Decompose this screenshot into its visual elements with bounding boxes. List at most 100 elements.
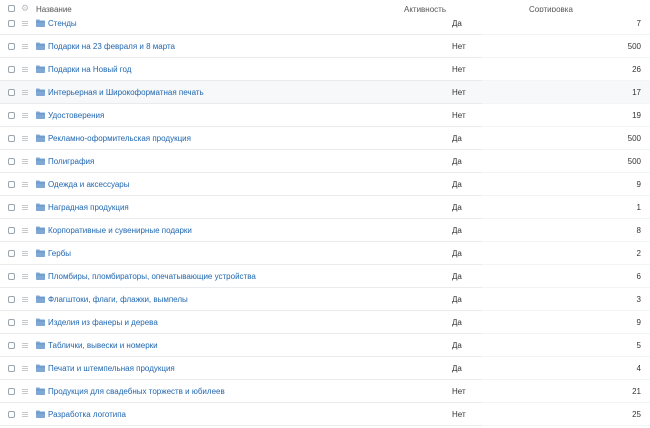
row-checkbox[interactable] (8, 135, 15, 142)
row-checkbox[interactable] (8, 319, 15, 326)
table-row[interactable]: Рекламно-оформительская продукция Да 500 (0, 127, 650, 150)
row-checkbox[interactable] (8, 20, 15, 27)
menu-icon[interactable] (22, 44, 28, 49)
active-status: Да (452, 249, 462, 258)
sort-value: 6 (636, 272, 641, 281)
section-name-link[interactable]: Изделия из фанеры и дерева (48, 318, 158, 327)
folder-icon (36, 157, 45, 165)
table-row[interactable]: Подарки на 23 февраля и 8 марта Нет 500 (0, 35, 650, 58)
section-name-link[interactable]: Корпоративные и сувенирные подарки (48, 226, 192, 235)
section-name-link[interactable]: Подарки на Новый год (48, 65, 131, 74)
row-checkbox[interactable] (8, 388, 15, 395)
section-name-link[interactable]: Флагштоки, флаги, флажки, вымпелы (48, 295, 188, 304)
menu-icon[interactable] (22, 21, 28, 26)
menu-icon[interactable] (22, 274, 28, 279)
table-row[interactable]: Удостоверения Нет 19 (0, 104, 650, 127)
active-status: Нет (452, 410, 466, 419)
menu-icon[interactable] (22, 412, 28, 417)
table-row[interactable]: Разработка логотипа Нет 25 (0, 403, 650, 426)
row-checkbox[interactable] (8, 342, 15, 349)
folder-icon (36, 387, 45, 395)
section-name-link[interactable]: Разработка логотипа (48, 410, 126, 419)
folder-icon (36, 111, 45, 119)
folder-icon (36, 410, 45, 418)
table-row[interactable]: Изделия из фанеры и дерева Да 9 (0, 311, 650, 334)
table-row[interactable]: Пломбиры, пломбираторы, опечатывающие ус… (0, 265, 650, 288)
menu-icon[interactable] (22, 343, 28, 348)
section-name-link[interactable]: Одежда и аксессуары (48, 180, 130, 189)
sort-value: 2 (636, 249, 641, 258)
active-status: Да (452, 203, 462, 212)
active-status: Да (452, 318, 462, 327)
menu-icon[interactable] (22, 366, 28, 371)
section-name-link[interactable]: Наградная продукция (48, 203, 129, 212)
menu-icon[interactable] (22, 90, 28, 95)
table-row[interactable]: Продукция для свадебных торжеств и юбиле… (0, 380, 650, 403)
active-status: Да (452, 157, 462, 166)
sort-value: 7 (636, 19, 641, 28)
folder-icon (36, 134, 45, 142)
section-name-link[interactable]: Удостоверения (48, 111, 104, 120)
folder-icon (36, 364, 45, 372)
row-checkbox[interactable] (8, 204, 15, 211)
table-row[interactable]: Подарки на Новый год Нет 26 (0, 58, 650, 81)
folder-icon (36, 249, 45, 257)
menu-icon[interactable] (22, 297, 28, 302)
active-status: Да (452, 226, 462, 235)
row-checkbox[interactable] (8, 411, 15, 418)
menu-icon[interactable] (22, 182, 28, 187)
table-row[interactable]: Стенды Да 7 (0, 12, 650, 35)
section-name-link[interactable]: Таблички, вывески и номерки (48, 341, 158, 350)
menu-icon[interactable] (22, 228, 28, 233)
menu-icon[interactable] (22, 136, 28, 141)
section-name-link[interactable]: Полиграфия (48, 157, 94, 166)
menu-icon[interactable] (22, 205, 28, 210)
section-name-link[interactable]: Стенды (48, 19, 77, 28)
menu-icon[interactable] (22, 113, 28, 118)
section-name-link[interactable]: Интерьерная и Широкоформатная печать (48, 88, 204, 97)
table-row[interactable]: Гербы Да 2 (0, 242, 650, 265)
active-status: Нет (452, 65, 466, 74)
row-checkbox[interactable] (8, 66, 15, 73)
section-name-link[interactable]: Рекламно-оформительская продукция (48, 134, 191, 143)
row-checkbox[interactable] (8, 273, 15, 280)
row-checkbox[interactable] (8, 158, 15, 165)
section-name-link[interactable]: Пломбиры, пломбираторы, опечатывающие ус… (48, 272, 256, 281)
active-status: Нет (452, 111, 466, 120)
sort-value: 500 (627, 157, 641, 166)
active-status: Нет (452, 88, 466, 97)
menu-icon[interactable] (22, 320, 28, 325)
section-name-link[interactable]: Гербы (48, 249, 71, 258)
sort-value: 4 (636, 364, 641, 373)
menu-icon[interactable] (22, 159, 28, 164)
menu-icon[interactable] (22, 389, 28, 394)
row-checkbox[interactable] (8, 296, 15, 303)
table-row[interactable]: Таблички, вывески и номерки Да 5 (0, 334, 650, 357)
active-status: Да (452, 134, 462, 143)
sort-value: 26 (632, 65, 641, 74)
table-row[interactable]: Одежда и аксессуары Да 9 (0, 173, 650, 196)
table-row[interactable]: Корпоративные и сувенирные подарки Да 8 (0, 219, 650, 242)
menu-icon[interactable] (22, 67, 28, 72)
folder-icon (36, 341, 45, 349)
section-name-link[interactable]: Подарки на 23 февраля и 8 марта (48, 42, 175, 51)
row-checkbox[interactable] (8, 227, 15, 234)
row-checkbox[interactable] (8, 112, 15, 119)
row-checkbox[interactable] (8, 365, 15, 372)
row-checkbox[interactable] (8, 250, 15, 257)
table-row[interactable]: Полиграфия Да 500 (0, 150, 650, 173)
table-row[interactable]: Флагштоки, флаги, флажки, вымпелы Да 3 (0, 288, 650, 311)
select-all-checkbox[interactable] (8, 5, 15, 12)
folder-icon (36, 65, 45, 73)
menu-icon[interactable] (22, 251, 28, 256)
table-row[interactable]: Наградная продукция Да 1 (0, 196, 650, 219)
row-checkbox[interactable] (8, 43, 15, 50)
table-row[interactable]: Интерьерная и Широкоформатная печать Нет 1… (0, 81, 650, 104)
row-checkbox[interactable] (8, 181, 15, 188)
active-status: Нет (452, 387, 466, 396)
active-status: Да (452, 180, 462, 189)
row-checkbox[interactable] (8, 89, 15, 96)
table-row[interactable]: Печати и штемпельная продукция Да 4 (0, 357, 650, 380)
section-name-link[interactable]: Продукция для свадебных торжеств и юбиле… (48, 387, 225, 396)
section-name-link[interactable]: Печати и штемпельная продукция (48, 364, 175, 373)
